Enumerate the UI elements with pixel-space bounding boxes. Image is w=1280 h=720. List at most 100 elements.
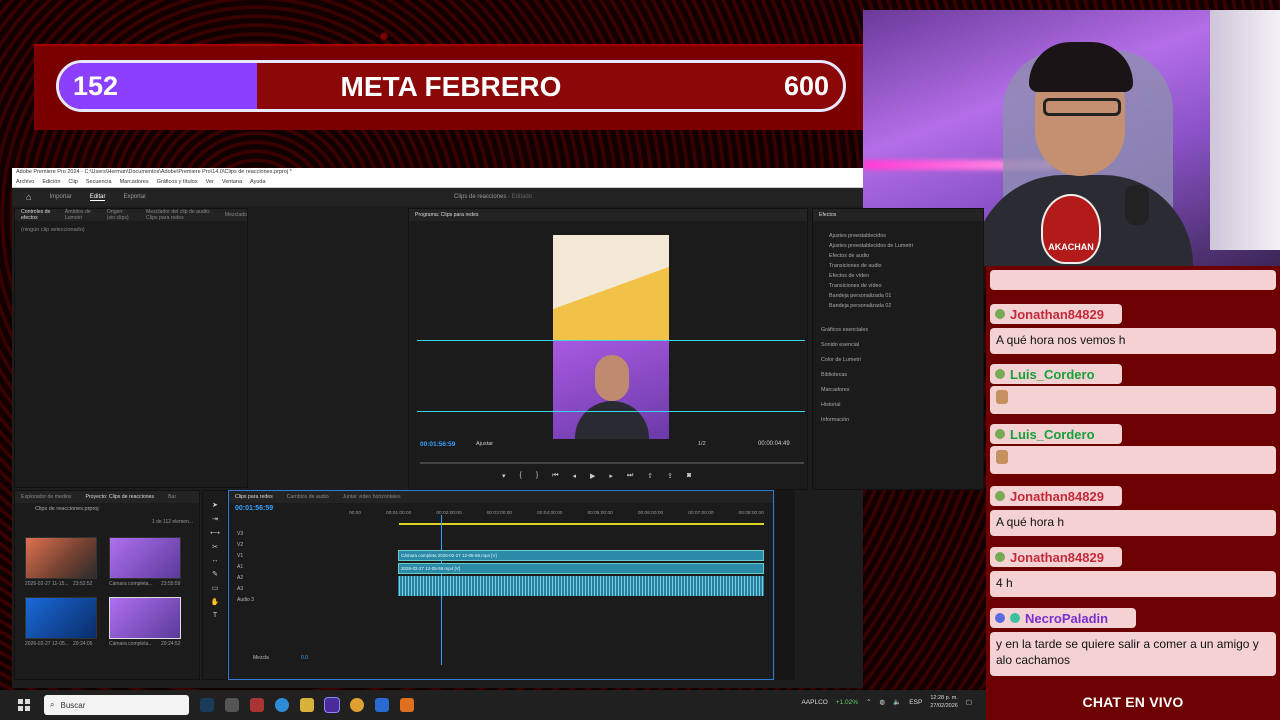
- side-panel-item[interactable]: Color de Lumetri: [813, 353, 983, 368]
- step-back-icon[interactable]: ◂: [573, 472, 577, 480]
- track-header[interactable]: V2: [237, 542, 254, 548]
- track-header[interactable]: V3: [237, 531, 254, 537]
- side-panel-item[interactable]: Marcadores: [813, 383, 983, 398]
- tab-timeline-horizontal[interactable]: Juntar vídeo horizontales: [343, 494, 401, 500]
- effects-item[interactable]: Ajustes preestablecidos: [813, 231, 983, 241]
- chat-username[interactable]: NecroPaladin: [1025, 611, 1108, 626]
- track-select-icon[interactable]: ⇥: [212, 515, 218, 523]
- track-header[interactable]: A2: [237, 575, 254, 581]
- marker-icon[interactable]: ▾: [502, 472, 506, 480]
- tab-audio-clip-mixer[interactable]: Mezclador del clip de audio: Clips para …: [146, 209, 211, 221]
- menu-edicion[interactable]: Edición: [42, 177, 60, 187]
- project-thumbnail[interactable]: [25, 537, 97, 579]
- tab-lumetri-scopes[interactable]: Ámbitos de Lumetri: [65, 209, 93, 221]
- tab-bar[interactable]: Bar: [168, 494, 176, 500]
- clock[interactable]: 12:28 p. m. 27/02/2026: [930, 694, 958, 710]
- side-panel-item[interactable]: Gráficos esenciales: [813, 323, 983, 338]
- chat-username[interactable]: Jonathan84829: [1010, 489, 1104, 504]
- network-icon[interactable]: ◍: [880, 698, 886, 706]
- clip-v1[interactable]: 2026-02-27 12-05-59.mp4 [V]: [398, 563, 764, 574]
- tab-importar[interactable]: Importar: [49, 194, 71, 200]
- track-header[interactable]: Audio 3: [237, 597, 254, 603]
- home-icon[interactable]: ⌂: [26, 192, 31, 202]
- out-point-icon[interactable]: }: [536, 472, 538, 480]
- resolution-dropdown[interactable]: 1/2: [698, 441, 706, 447]
- tab-editar[interactable]: Editar: [89, 194, 106, 201]
- tab-exportar[interactable]: Exportar: [123, 194, 146, 200]
- slip-icon[interactable]: ↔: [212, 557, 219, 564]
- effects-item[interactable]: Ajustes preestablecidos de Lumetri: [813, 241, 983, 251]
- play-icon[interactable]: ▶: [590, 472, 595, 480]
- timeline-timecode[interactable]: 00:01:56:59: [235, 505, 273, 512]
- notification-icon[interactable]: ▢: [966, 698, 972, 706]
- effects-item[interactable]: Bandeja personalizada 01: [813, 291, 983, 301]
- track-header[interactable]: A1: [237, 564, 254, 570]
- camera-icon[interactable]: ◙: [687, 472, 691, 480]
- chrome-icon[interactable]: [350, 698, 364, 712]
- audio-waveform[interactable]: [398, 576, 764, 596]
- razor-icon[interactable]: ✂: [212, 543, 218, 551]
- pen-icon[interactable]: ✎: [212, 570, 218, 578]
- fit-dropdown[interactable]: Ajustar: [476, 441, 493, 447]
- program-timecode[interactable]: 00:01:56:59: [420, 441, 455, 448]
- menu-ver[interactable]: Ver: [206, 177, 214, 187]
- project-thumbnail[interactable]: [25, 597, 97, 639]
- project-thumbnail[interactable]: [109, 597, 181, 639]
- keyboard-lang[interactable]: ESP: [909, 699, 922, 706]
- chat-username[interactable]: Jonathan84829: [1010, 550, 1104, 565]
- volume-icon[interactable]: 🔈: [893, 698, 901, 706]
- ripple-edit-icon[interactable]: ⟷: [210, 529, 220, 537]
- chat-username[interactable]: Jonathan84829: [1010, 307, 1104, 322]
- menu-graficos[interactable]: Gráficos y títulos: [157, 177, 198, 187]
- premiere-taskbar-icon[interactable]: [324, 697, 340, 713]
- photoshop-icon[interactable]: [200, 698, 214, 712]
- tray-chevron-icon[interactable]: ⌃: [866, 698, 871, 706]
- effects-item[interactable]: Efectos de audio: [813, 251, 983, 261]
- side-panel-item[interactable]: Información: [813, 413, 983, 428]
- track-header[interactable]: V1: [237, 553, 254, 559]
- vlc-icon[interactable]: [400, 698, 414, 712]
- menu-ventana[interactable]: Ventana: [222, 177, 242, 187]
- chat-username[interactable]: Luis_Cordero: [1010, 367, 1095, 382]
- rectangle-icon[interactable]: ▭: [212, 584, 219, 592]
- menu-marcadores[interactable]: Marcadores: [120, 177, 149, 187]
- tab-mixer[interactable]: Mezclado: [225, 212, 247, 218]
- effects-item[interactable]: Efectos de vídeo: [813, 271, 983, 281]
- chat-username[interactable]: Luis_Cordero: [1010, 427, 1095, 442]
- work-area-bar[interactable]: [399, 523, 764, 525]
- lift-icon[interactable]: ⇧: [647, 472, 653, 480]
- stock-ticker[interactable]: AAPLCO: [801, 699, 827, 706]
- task-view-icon[interactable]: [225, 698, 239, 712]
- menu-secuencia[interactable]: Secuencia: [86, 177, 112, 187]
- edge-icon[interactable]: [275, 698, 289, 712]
- taskbar-search[interactable]: ⌕ Buscar: [44, 695, 189, 715]
- program-scrubber[interactable]: [420, 462, 804, 464]
- effects-item[interactable]: Transiciones de audio: [813, 261, 983, 271]
- mix-track-value[interactable]: 0.0: [301, 655, 308, 661]
- selection-tool-icon[interactable]: ➤: [212, 501, 218, 509]
- effects-item[interactable]: Transiciones de vídeo: [813, 281, 983, 291]
- type-icon[interactable]: T: [213, 612, 217, 619]
- tab-project[interactable]: Proyecto: Clips de reacciones: [85, 494, 154, 500]
- tab-effect-controls[interactable]: Controles de efectos: [21, 209, 51, 221]
- tab-media-browser[interactable]: Explorador de medios: [21, 494, 71, 500]
- obs-icon[interactable]: [250, 698, 264, 712]
- menu-archivo[interactable]: Archivo: [16, 177, 34, 187]
- side-panel-item[interactable]: Bibliotecas: [813, 368, 983, 383]
- extract-icon[interactable]: ⇪: [667, 472, 673, 480]
- side-panel-item[interactable]: Sonido esencial: [813, 338, 983, 353]
- hand-icon[interactable]: ✋: [211, 598, 220, 606]
- file-explorer-icon[interactable]: [300, 698, 314, 712]
- tab-timeline-clips[interactable]: Clips para redes: [235, 494, 273, 500]
- go-to-out-icon[interactable]: ⏭: [627, 472, 633, 480]
- effects-title[interactable]: Efectos: [819, 212, 836, 218]
- in-point-icon[interactable]: {: [520, 472, 522, 480]
- program-title[interactable]: Programa: Clips para redes: [415, 212, 478, 218]
- windows-start-icon[interactable]: [12, 693, 36, 717]
- tab-timeline-audio[interactable]: Cambios de audio: [287, 494, 329, 500]
- clip-v2[interactable]: Cámara completa 2026-02-27 12-05-59.mp4 …: [398, 550, 764, 561]
- side-panel-item[interactable]: Historial: [813, 398, 983, 413]
- menu-clip[interactable]: Clip: [68, 177, 77, 187]
- menu-ayuda[interactable]: Ayuda: [250, 177, 266, 187]
- effects-item[interactable]: Bandeja personalizada 02: [813, 301, 983, 311]
